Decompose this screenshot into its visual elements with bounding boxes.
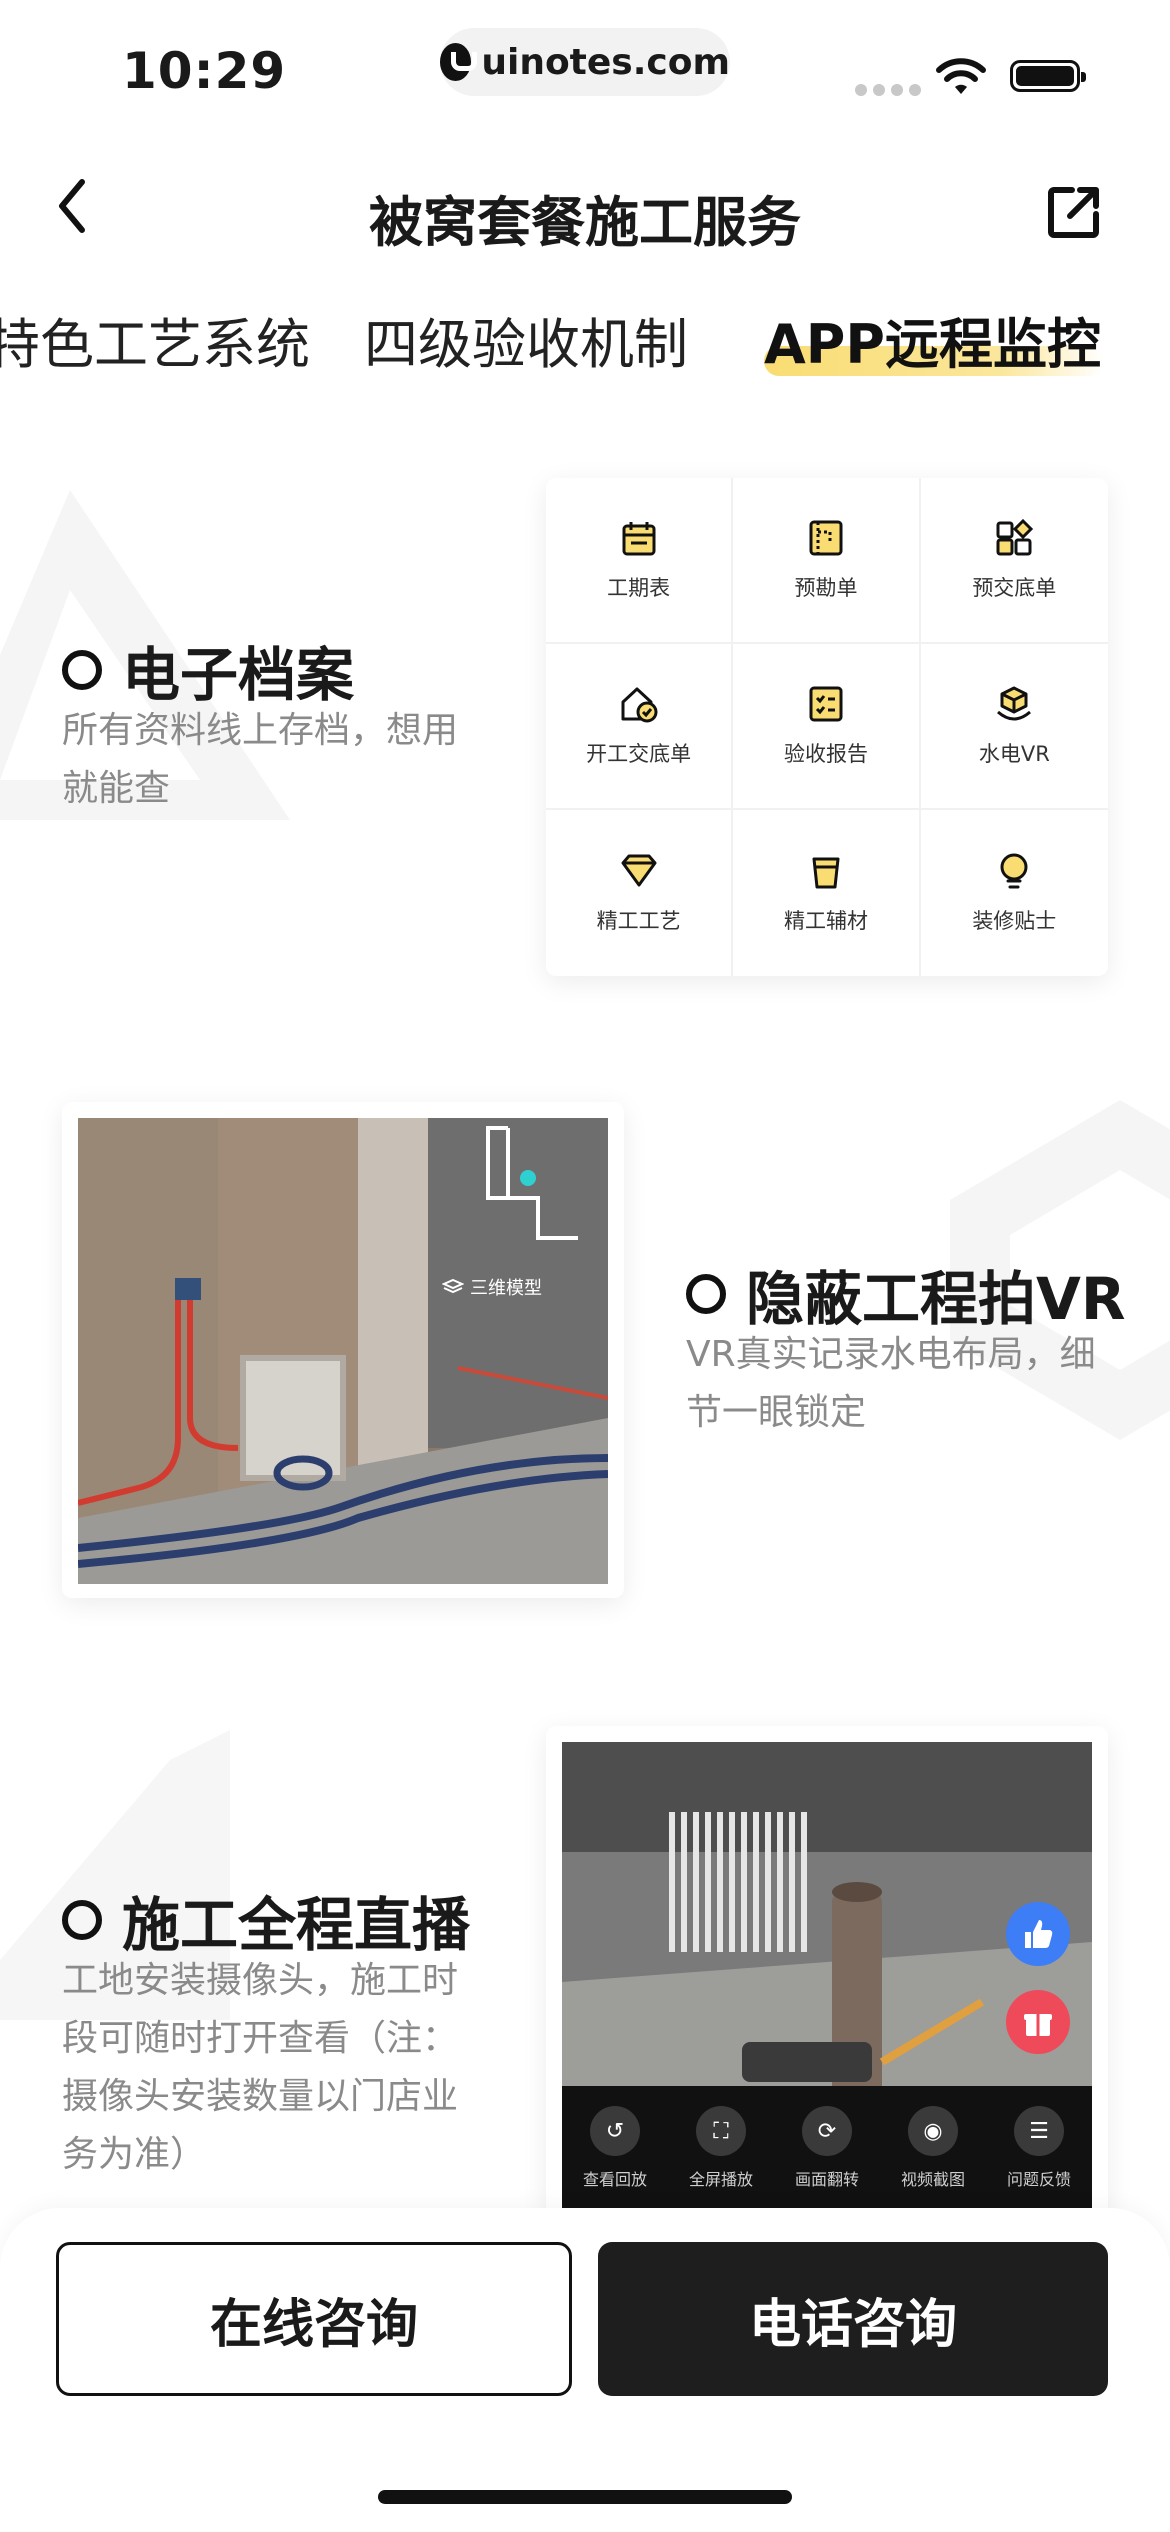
bullet-ring-icon (62, 1900, 102, 1940)
url-pill[interactable]: uinotes.com (440, 28, 730, 96)
house-check-icon (621, 687, 658, 723)
calendar-icon (622, 522, 656, 556)
share-icon[interactable] (1046, 184, 1102, 240)
feature-title-archive: 电子档案 (62, 628, 354, 712)
status-time: 10:29 (122, 42, 287, 100)
grid-item-acceptance-report[interactable]: 验收报告 (733, 644, 921, 810)
layers-icon (442, 1278, 464, 1294)
bucket-icon (812, 857, 840, 889)
rotate-icon: ⟳ (801, 2106, 852, 2156)
online-consult-button[interactable]: 在线咨询 (56, 2242, 572, 2396)
control-rotate[interactable]: ⟳ 画面翻转 (795, 2106, 859, 2216)
shapes-icon (996, 518, 1034, 556)
grid-item-tips[interactable]: 装修贴士 (921, 810, 1108, 976)
url-text: uinotes.com (481, 41, 730, 83)
archive-grid-card: 工期表 预勘单 预交底单 开工交底单 验收报告 水电VR 精工工艺 精工辅材 装… (546, 478, 1108, 976)
tab-acceptance[interactable]: 四级验收机制 (364, 300, 688, 379)
tab-craft-system[interactable]: 特色工艺系统 (0, 300, 310, 379)
checklist-icon (809, 686, 843, 722)
gift-button[interactable] (1006, 1990, 1070, 2054)
site-logo-icon (440, 43, 478, 81)
battery-icon (1010, 60, 1086, 92)
control-feedback[interactable]: ☰ 问题反馈 (1007, 2106, 1071, 2216)
grid-item-fine-craft[interactable]: 精工工艺 (546, 810, 734, 976)
live-stream-card[interactable]: ↺ 查看回放 ⛶ 全屏播放 ⟳ 画面翻转 ◉ 视频截图 ☰ 问题反馈 (546, 1726, 1108, 2216)
vr-3d-model-badge[interactable]: 三维模型 (442, 1274, 542, 1300)
gem-icon (621, 854, 657, 887)
grid-item-start-briefing[interactable]: 开工交底单 (546, 644, 734, 810)
tab-remote-monitor[interactable]: APP远程监控 (764, 300, 1101, 379)
feedback-icon: ☰ (1013, 2106, 1064, 2156)
fullscreen-icon: ⛶ (695, 2106, 746, 2156)
phone-consult-button[interactable]: 电话咨询 (598, 2242, 1108, 2396)
camera-icon: ◉ (907, 2106, 958, 2156)
cellular-signal-icon (855, 84, 921, 96)
feature-desc-archive: 所有资料线上存档，想用 就能查 (62, 710, 459, 809)
grid-item-schedule[interactable]: 工期表 (546, 478, 734, 644)
control-screenshot[interactable]: ◉ 视频截图 (901, 2106, 965, 2216)
feature-desc-live: 工地安装摄像头，施工时 段可随时打开查看（注： 摄像头安装数量以门店业 务为准） (62, 1960, 459, 2175)
bullet-ring-icon (686, 1274, 726, 1314)
wifi-icon (936, 58, 986, 94)
feature-title-vr: 隐蔽工程拍VR (686, 1252, 1126, 1336)
cube-icon (997, 686, 1032, 721)
live-control-bar: ↺ 查看回放 ⛶ 全屏播放 ⟳ 画面翻转 ◉ 视频截图 ☰ 问题反馈 (562, 2086, 1092, 2216)
control-replay[interactable]: ↺ 查看回放 (583, 2106, 647, 2216)
control-fullscreen[interactable]: ⛶ 全屏播放 (689, 2106, 753, 2216)
feature-desc-vr: VR真实记录水电布局，细 节一眼锁定 (686, 1334, 1096, 1433)
replay-icon: ↺ (589, 2106, 640, 2156)
gift-icon (1024, 2014, 1052, 2036)
grid-item-fine-materials[interactable]: 精工辅材 (733, 810, 921, 976)
thumbs-up-icon (1025, 1920, 1053, 1948)
grid-item-survey[interactable]: 预勘单 (733, 478, 921, 644)
feature-title-live: 施工全程直播 (62, 1878, 470, 1962)
grid-item-plumbing-vr[interactable]: 水电VR (920, 644, 1108, 810)
grid-item-pre-briefing[interactable]: 预交底单 (920, 478, 1108, 644)
vr-preview-card[interactable]: 三维模型 (62, 1102, 624, 1598)
like-button[interactable] (1006, 1902, 1070, 1966)
home-indicator[interactable] (378, 2490, 792, 2504)
vr-construction-photo (78, 1118, 608, 1584)
bullet-ring-icon (62, 650, 102, 690)
page-title: 被窝套餐施工服务 (369, 191, 801, 254)
blueprint-icon (809, 520, 843, 556)
bulb-icon (1000, 853, 1028, 889)
